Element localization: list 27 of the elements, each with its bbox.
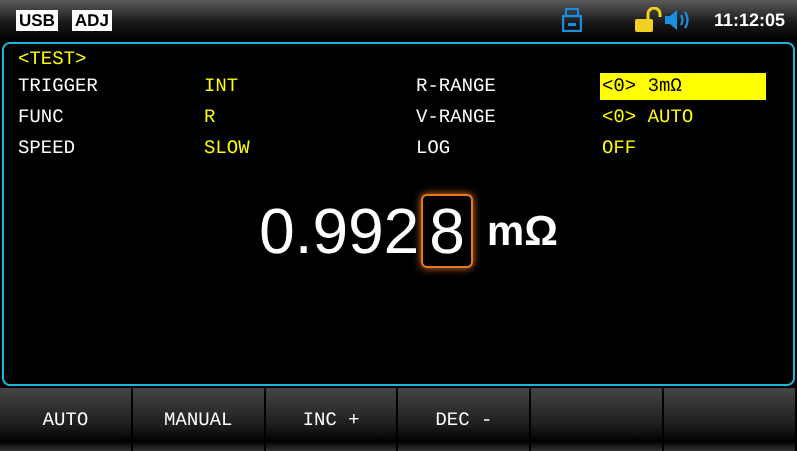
usb-drive-icon <box>562 8 582 32</box>
parameter-label: LOG <box>416 136 452 161</box>
parameter-value[interactable]: <0> 3mΩ <box>600 73 766 100</box>
parameter-label: SPEED <box>18 136 76 161</box>
screen-title: <TEST> <box>17 47 88 71</box>
softkey-button[interactable] <box>664 388 797 451</box>
status-badge: ADJ <box>72 10 112 30</box>
parameter-label: TRIGGER <box>18 74 99 99</box>
parameter-value[interactable]: OFF <box>600 133 766 164</box>
measurement-value: 0.992 <box>259 196 420 266</box>
softkey-button[interactable]: MANUAL <box>132 388 266 451</box>
parameter-label: V-RANGE <box>416 105 497 130</box>
parameter-value[interactable]: <0> AUTO <box>600 102 766 133</box>
clock-time: 11:12:05 <box>714 10 785 30</box>
status-badge: USB <box>16 10 58 30</box>
parameter-label: FUNC <box>18 105 65 130</box>
parameter-value[interactable]: SLOW <box>202 133 416 164</box>
softkey-button[interactable] <box>531 388 664 451</box>
cursor-digit[interactable]: 8 <box>421 194 473 268</box>
unlocked-padlock-icon <box>634 7 664 33</box>
measurement-unit: mΩ <box>486 207 558 255</box>
softkey-button[interactable]: INC + <box>266 388 398 451</box>
parameter-value[interactable]: R <box>202 102 416 133</box>
parameter-value[interactable]: INT <box>202 71 416 102</box>
softkey-button[interactable]: AUTO <box>0 388 133 451</box>
softkey-button[interactable]: DEC - <box>398 388 532 451</box>
parameter-label: R-RANGE <box>416 74 497 99</box>
